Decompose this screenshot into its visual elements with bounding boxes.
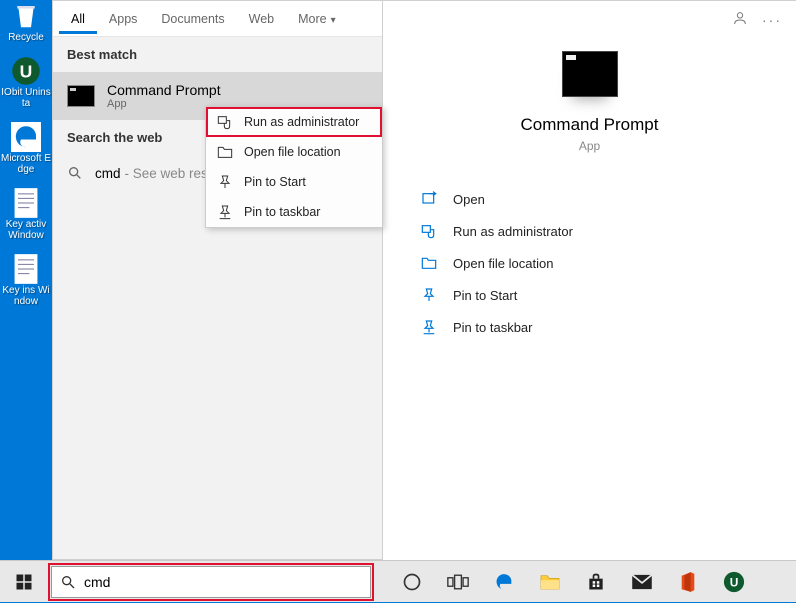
taskbar-task-view[interactable] (435, 561, 481, 603)
pin-icon (419, 287, 439, 303)
context-run-as-admin[interactable]: Run as administrator (206, 107, 382, 137)
taskbar: U (0, 560, 796, 602)
action-pin-to-start[interactable]: Pin to Start (413, 279, 766, 311)
shield-icon (216, 114, 234, 130)
context-pin-to-taskbar[interactable]: Pin to taskbar (206, 197, 382, 227)
details-actions: Open Run as administrator Open file loca… (383, 173, 796, 353)
desktop-text-file-1[interactable]: Key activ Window (0, 187, 52, 241)
context-menu: Run as administrator Open file location … (205, 106, 383, 228)
edge-icon (493, 571, 515, 593)
taskbar-iobit[interactable]: U (711, 561, 757, 603)
context-item-label: Pin to Start (244, 175, 306, 189)
panel-actions: ··· (732, 10, 782, 29)
folder-icon (539, 573, 561, 591)
action-label: Pin to taskbar (453, 320, 533, 335)
taskbar-office[interactable] (665, 561, 711, 603)
text-file-icon (8, 253, 44, 285)
action-label: Open (453, 192, 485, 207)
tab-web[interactable]: Web (237, 4, 286, 34)
svg-text:U: U (20, 61, 33, 81)
shield-icon (419, 223, 439, 239)
taskbar-edge[interactable] (481, 561, 527, 603)
tab-all[interactable]: All (59, 4, 97, 34)
desktop-icon-label: Key activ Window (0, 219, 52, 241)
account-icon[interactable] (732, 10, 748, 29)
more-options-icon[interactable]: ··· (762, 12, 782, 28)
desktop: Recycle U IObit Uninsta Microsoft Edge K… (0, 0, 52, 560)
taskbar-cortana[interactable] (389, 561, 435, 603)
mail-icon (631, 574, 653, 590)
task-view-icon (447, 573, 469, 591)
desktop-icon-label: IObit Uninsta (0, 87, 52, 109)
details-title: Command Prompt (521, 115, 659, 135)
command-prompt-icon (67, 85, 95, 107)
tab-apps[interactable]: Apps (97, 4, 150, 34)
action-open[interactable]: Open (413, 183, 766, 215)
action-run-as-admin[interactable]: Run as administrator (413, 215, 766, 247)
action-label: Pin to Start (453, 288, 517, 303)
best-match-header: Best match (53, 37, 382, 72)
best-match-title: Command Prompt (107, 82, 221, 98)
command-prompt-large-icon (562, 51, 618, 97)
details-subtitle: App (579, 139, 600, 153)
context-open-file-location[interactable]: Open file location (206, 137, 382, 167)
taskbar-mail[interactable] (619, 561, 665, 603)
open-icon (419, 191, 439, 207)
desktop-icon-label: Key ins Window (0, 285, 52, 307)
svg-text:U: U (730, 575, 739, 589)
iobit-icon: U (723, 571, 745, 593)
search-tabs: All Apps Documents Web More (53, 1, 382, 37)
pin-taskbar-icon (419, 319, 439, 335)
taskbar-store[interactable] (573, 561, 619, 603)
taskbar-search-box[interactable] (51, 566, 371, 598)
cortana-icon (402, 572, 422, 592)
windows-logo-icon (15, 573, 33, 591)
desktop-icon-label: Recycle (8, 32, 44, 43)
search-panel: All Apps Documents Web More Best match C… (52, 0, 383, 560)
details-panel: ··· Command Prompt App Open Run as admin… (383, 0, 796, 560)
desktop-edge[interactable]: Microsoft Edge (0, 121, 52, 175)
tab-more[interactable]: More (286, 4, 348, 34)
context-item-label: Run as administrator (244, 115, 359, 129)
taskbar-search-input[interactable] (84, 574, 362, 590)
search-icon (60, 574, 76, 590)
office-icon (679, 571, 697, 593)
tab-documents[interactable]: Documents (149, 4, 236, 34)
context-item-label: Open file location (244, 145, 341, 159)
context-pin-to-start[interactable]: Pin to Start (206, 167, 382, 197)
web-result-query: cmd (95, 166, 121, 181)
pin-taskbar-icon (216, 204, 234, 220)
recycle-bin-icon (8, 0, 44, 32)
context-item-label: Pin to taskbar (244, 205, 320, 219)
store-icon (586, 572, 606, 592)
taskbar-pinned-apps: U (389, 561, 757, 603)
start-button[interactable] (0, 561, 48, 603)
best-match-subtitle: App (107, 98, 221, 110)
folder-icon (419, 255, 439, 271)
action-label: Run as administrator (453, 224, 573, 239)
folder-icon (216, 144, 234, 160)
action-open-file-location[interactable]: Open file location (413, 247, 766, 279)
best-match-text: Command Prompt App (107, 82, 221, 110)
edge-icon (8, 121, 44, 153)
desktop-icon-label: Microsoft Edge (0, 153, 52, 175)
desktop-recycle-bin[interactable]: Recycle (0, 0, 52, 43)
action-pin-to-taskbar[interactable]: Pin to taskbar (413, 311, 766, 343)
action-label: Open file location (453, 256, 553, 271)
desktop-text-file-2[interactable]: Key ins Window (0, 253, 52, 307)
text-file-icon (8, 187, 44, 219)
iobit-icon: U (8, 55, 44, 87)
search-icon (67, 165, 83, 181)
pin-icon (216, 174, 234, 190)
taskbar-file-explorer[interactable] (527, 561, 573, 603)
desktop-iobit-uninstaller[interactable]: U IObit Uninsta (0, 55, 52, 109)
